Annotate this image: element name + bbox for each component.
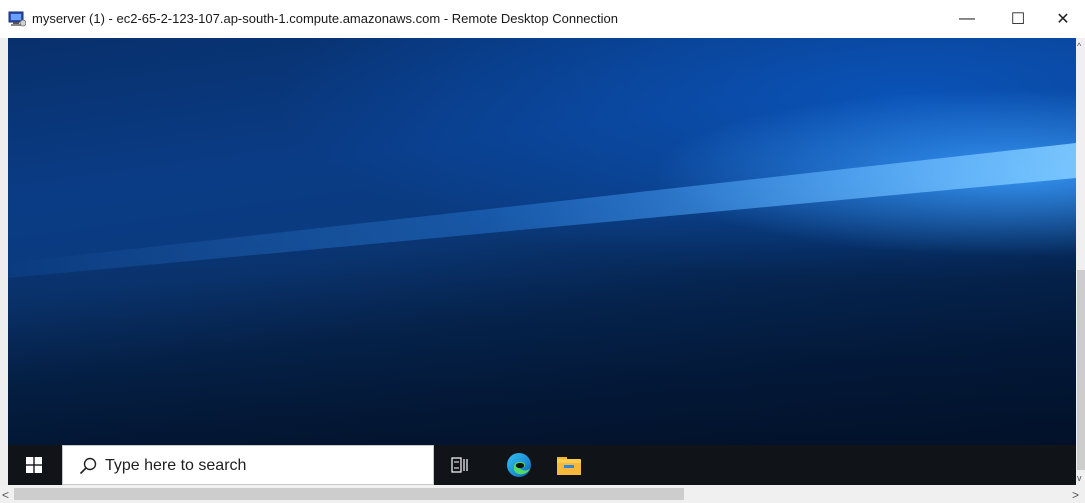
minimize-button[interactable]: — (944, 0, 990, 38)
horizontal-scroll-thumb[interactable] (14, 488, 684, 500)
file-explorer-icon (557, 457, 581, 475)
file-explorer-taskbar-button[interactable] (546, 445, 592, 485)
taskbar: Type here to search (8, 445, 1076, 485)
window-title: myserver (1) - ec2-65-2-123-107.ap-south… (32, 11, 618, 26)
close-button[interactable]: ✕ (1040, 0, 1085, 38)
window-left-edge (0, 38, 8, 485)
remote-desktop-app-icon (8, 11, 26, 27)
scroll-up-arrow[interactable]: ^ (1077, 40, 1081, 52)
title-bar[interactable]: myserver (1) - ec2-65-2-123-107.ap-south… (0, 0, 1085, 38)
scroll-down-arrow[interactable]: v (1077, 472, 1082, 484)
desktop-wallpaper (8, 38, 1076, 445)
maximize-button[interactable]: ☐ (995, 0, 1041, 38)
scroll-left-arrow[interactable]: < (2, 489, 9, 501)
task-view-button[interactable] (437, 445, 483, 485)
scroll-right-arrow[interactable]: > (1072, 489, 1079, 501)
edge-taskbar-button[interactable] (496, 445, 542, 485)
remote-desktop-window: myserver (1) - ec2-65-2-123-107.ap-south… (0, 0, 1085, 503)
remote-desktop-viewport[interactable]: Type here to search (8, 38, 1076, 485)
vertical-scroll-thumb[interactable] (1077, 270, 1085, 470)
search-placeholder: Type here to search (105, 457, 247, 474)
edge-icon (507, 453, 531, 477)
start-button[interactable] (8, 445, 60, 485)
task-view-icon (451, 457, 468, 473)
taskbar-search-box[interactable]: Type here to search (62, 445, 434, 485)
windows-start-icon (26, 457, 42, 473)
search-icon (79, 457, 97, 475)
